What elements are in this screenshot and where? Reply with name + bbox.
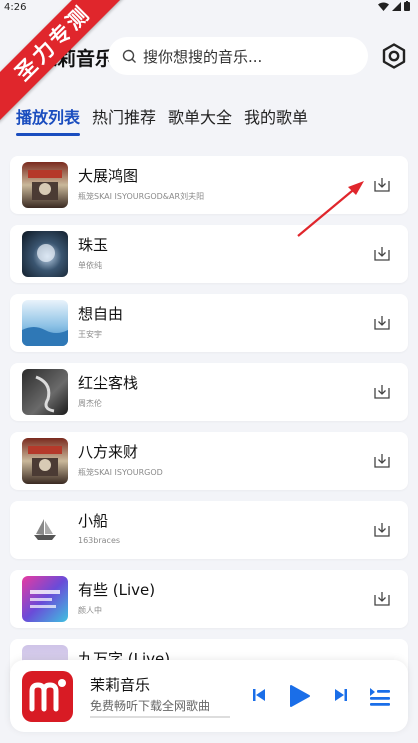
download-icon[interactable]	[373, 590, 391, 608]
previous-icon[interactable]	[252, 688, 266, 702]
status-icons	[378, 1, 410, 11]
download-icon[interactable]	[373, 176, 391, 194]
download-icon[interactable]	[373, 245, 391, 263]
download-icon[interactable]	[373, 314, 391, 332]
signal-icon	[392, 1, 401, 11]
song-artist: 周杰伦	[78, 399, 102, 408]
song-artist: 瓶笼SKAI ISYOURGOD	[78, 468, 163, 477]
song-artist: 瓶笼SKAI ISYOURGOD&AR刘夫阳	[78, 192, 205, 201]
next-icon[interactable]	[334, 688, 348, 702]
annotation-arrow	[297, 181, 364, 237]
song-artist: 单依纯	[78, 261, 102, 270]
album-cover	[22, 162, 68, 208]
song-row[interactable]: 小船 163braces	[10, 501, 408, 559]
play-icon[interactable]	[289, 684, 311, 708]
gear-icon[interactable]	[381, 43, 407, 69]
song-row[interactable]: 红尘客栈 周杰伦	[10, 363, 408, 421]
download-icon[interactable]	[373, 521, 391, 539]
song-row[interactable]: 八方来财 瓶笼SKAI ISYOURGOD	[10, 432, 408, 490]
song-title: 想自由	[78, 305, 124, 323]
song-title: 红尘客栈	[78, 374, 139, 392]
song-artist: 163braces	[78, 536, 121, 545]
tab-hot-recommend[interactable]: 热门推荐	[92, 104, 156, 136]
song-title: 小船	[78, 512, 109, 530]
song-title: 珠玉	[78, 236, 109, 254]
song-title: 有些 (Live)	[78, 581, 156, 599]
player-title: 茉莉音乐	[90, 676, 151, 694]
album-cover	[22, 369, 68, 415]
album-cover	[22, 576, 68, 622]
song-artist: 颜人中	[78, 606, 102, 615]
battery-icon	[404, 1, 410, 11]
song-artist: 王安宇	[78, 330, 102, 339]
progress-track[interactable]	[90, 716, 230, 718]
tab-playlist[interactable]: 播放列表	[16, 104, 81, 136]
download-icon[interactable]	[373, 383, 391, 401]
album-cover	[22, 300, 68, 346]
status-time: 4:26	[4, 2, 27, 13]
album-cover	[22, 507, 68, 553]
search-icon	[122, 49, 136, 63]
song-title: 大展鸿图	[78, 167, 139, 185]
album-cover	[22, 438, 68, 484]
search-placeholder: 搜你想搜的音乐...	[143, 47, 263, 66]
album-cover	[22, 231, 68, 277]
song-title: 八方来财	[78, 443, 139, 461]
app-logo	[22, 671, 73, 722]
download-icon[interactable]	[373, 452, 391, 470]
tab-bar: 播放列表 热门推荐 歌单大全 我的歌单	[16, 104, 320, 136]
playlist-icon[interactable]	[368, 684, 392, 708]
tab-playlist-collection[interactable]: 歌单大全	[168, 104, 232, 136]
player-subtitle: 免费畅听下载全网歌曲	[90, 699, 211, 713]
now-playing-bar[interactable]: 茉莉音乐 免费畅听下载全网歌曲	[10, 660, 408, 732]
wifi-icon	[378, 2, 389, 11]
song-row[interactable]: 有些 (Live) 颜人中	[10, 570, 408, 628]
song-row[interactable]: 想自由 王安宇	[10, 294, 408, 352]
search-input[interactable]: 搜你想搜的音乐...	[108, 37, 368, 75]
tab-my-playlists[interactable]: 我的歌单	[244, 104, 308, 136]
